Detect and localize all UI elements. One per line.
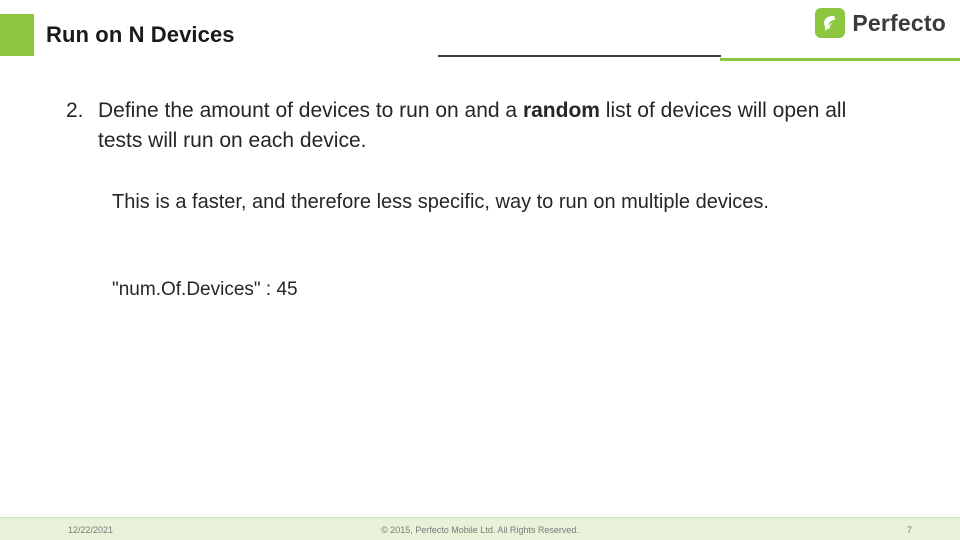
header-accent-block: [0, 14, 34, 56]
logo: Perfecto: [815, 8, 946, 38]
bullet-text: Define the amount of devices to run on a…: [98, 96, 858, 156]
footer-copyright: © 2015, Perfecto Mobile Ltd. All Rights …: [381, 525, 579, 535]
bullet-item: 2. Define the amount of devices to run o…: [66, 96, 886, 156]
logo-text: Perfecto: [852, 9, 946, 36]
perfecto-leaf-icon: [815, 8, 846, 38]
page-title: Run on N Devices: [46, 22, 235, 47]
slide: Run on N Devices Perfecto 2. Define the …: [0, 0, 960, 540]
bullet-text-emphasis: random: [522, 99, 600, 122]
bullet-number: 2.: [66, 99, 84, 122]
header-divider-dark: [438, 55, 721, 57]
header-divider-green: [720, 58, 960, 61]
paragraph-code-value: "num.Of.Devices" : 45: [112, 279, 298, 300]
bullet-text-before: Define the amount of devices to run on a…: [98, 99, 523, 122]
paragraph-explanation: This is a faster, and therefore less spe…: [112, 191, 769, 213]
footer-page-number: 7: [906, 525, 912, 535]
